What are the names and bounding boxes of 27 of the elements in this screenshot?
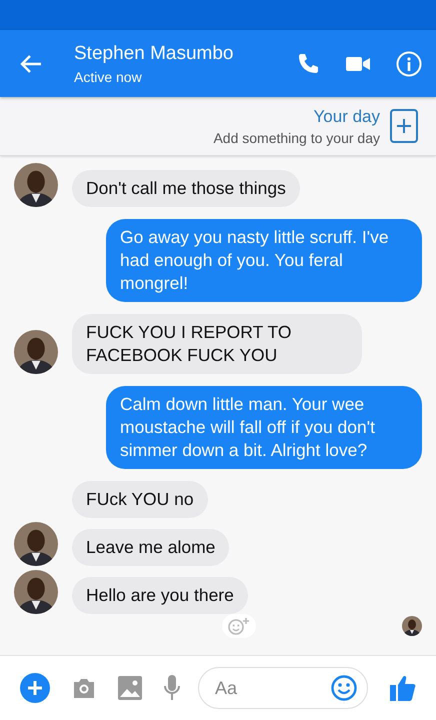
- smiley-plus-icon: [228, 617, 250, 635]
- story-subtitle: Add something to your day: [213, 130, 380, 146]
- received-message: Leave me alome: [72, 529, 230, 566]
- back-icon[interactable]: [20, 54, 42, 72]
- camera-icon[interactable]: [72, 677, 96, 699]
- active-status: Active now: [74, 68, 143, 84]
- received-message: FUck YOU no: [72, 481, 208, 518]
- received-message: FUCK YOU I REPORT TO FACEBOOK FUCK YOU: [72, 314, 362, 374]
- received-message: Hello are you there: [72, 577, 248, 614]
- thumbs-up-icon[interactable]: [390, 674, 416, 702]
- received-message: Don't call me those things: [72, 170, 300, 207]
- add-reaction-button[interactable]: [222, 614, 256, 638]
- message-input-field[interactable]: Aa: [213, 676, 331, 700]
- contact-name: Stephen Masumbo: [74, 42, 234, 64]
- message-field[interactable]: Aa: [198, 667, 368, 709]
- video-camera-icon[interactable]: [346, 56, 370, 72]
- info-icon[interactable]: [396, 50, 422, 76]
- phone-icon[interactable]: [296, 52, 320, 76]
- sent-message: Go away you nasty little scruff. I've had enough of you. You feral mongrel!: [106, 219, 422, 302]
- microphone-icon[interactable]: [164, 675, 180, 701]
- sent-message: Calm down little man. Your wee moustache will fall off if you don't simmer down a bit. Alright love?: [106, 386, 422, 469]
- add-icon[interactable]: [20, 673, 50, 703]
- add-story-icon[interactable]: [390, 109, 418, 143]
- emoji-icon[interactable]: [331, 675, 357, 701]
- image-icon[interactable]: [118, 676, 142, 700]
- story-title: Your day: [314, 106, 380, 126]
- seen-avatar: [402, 616, 422, 636]
